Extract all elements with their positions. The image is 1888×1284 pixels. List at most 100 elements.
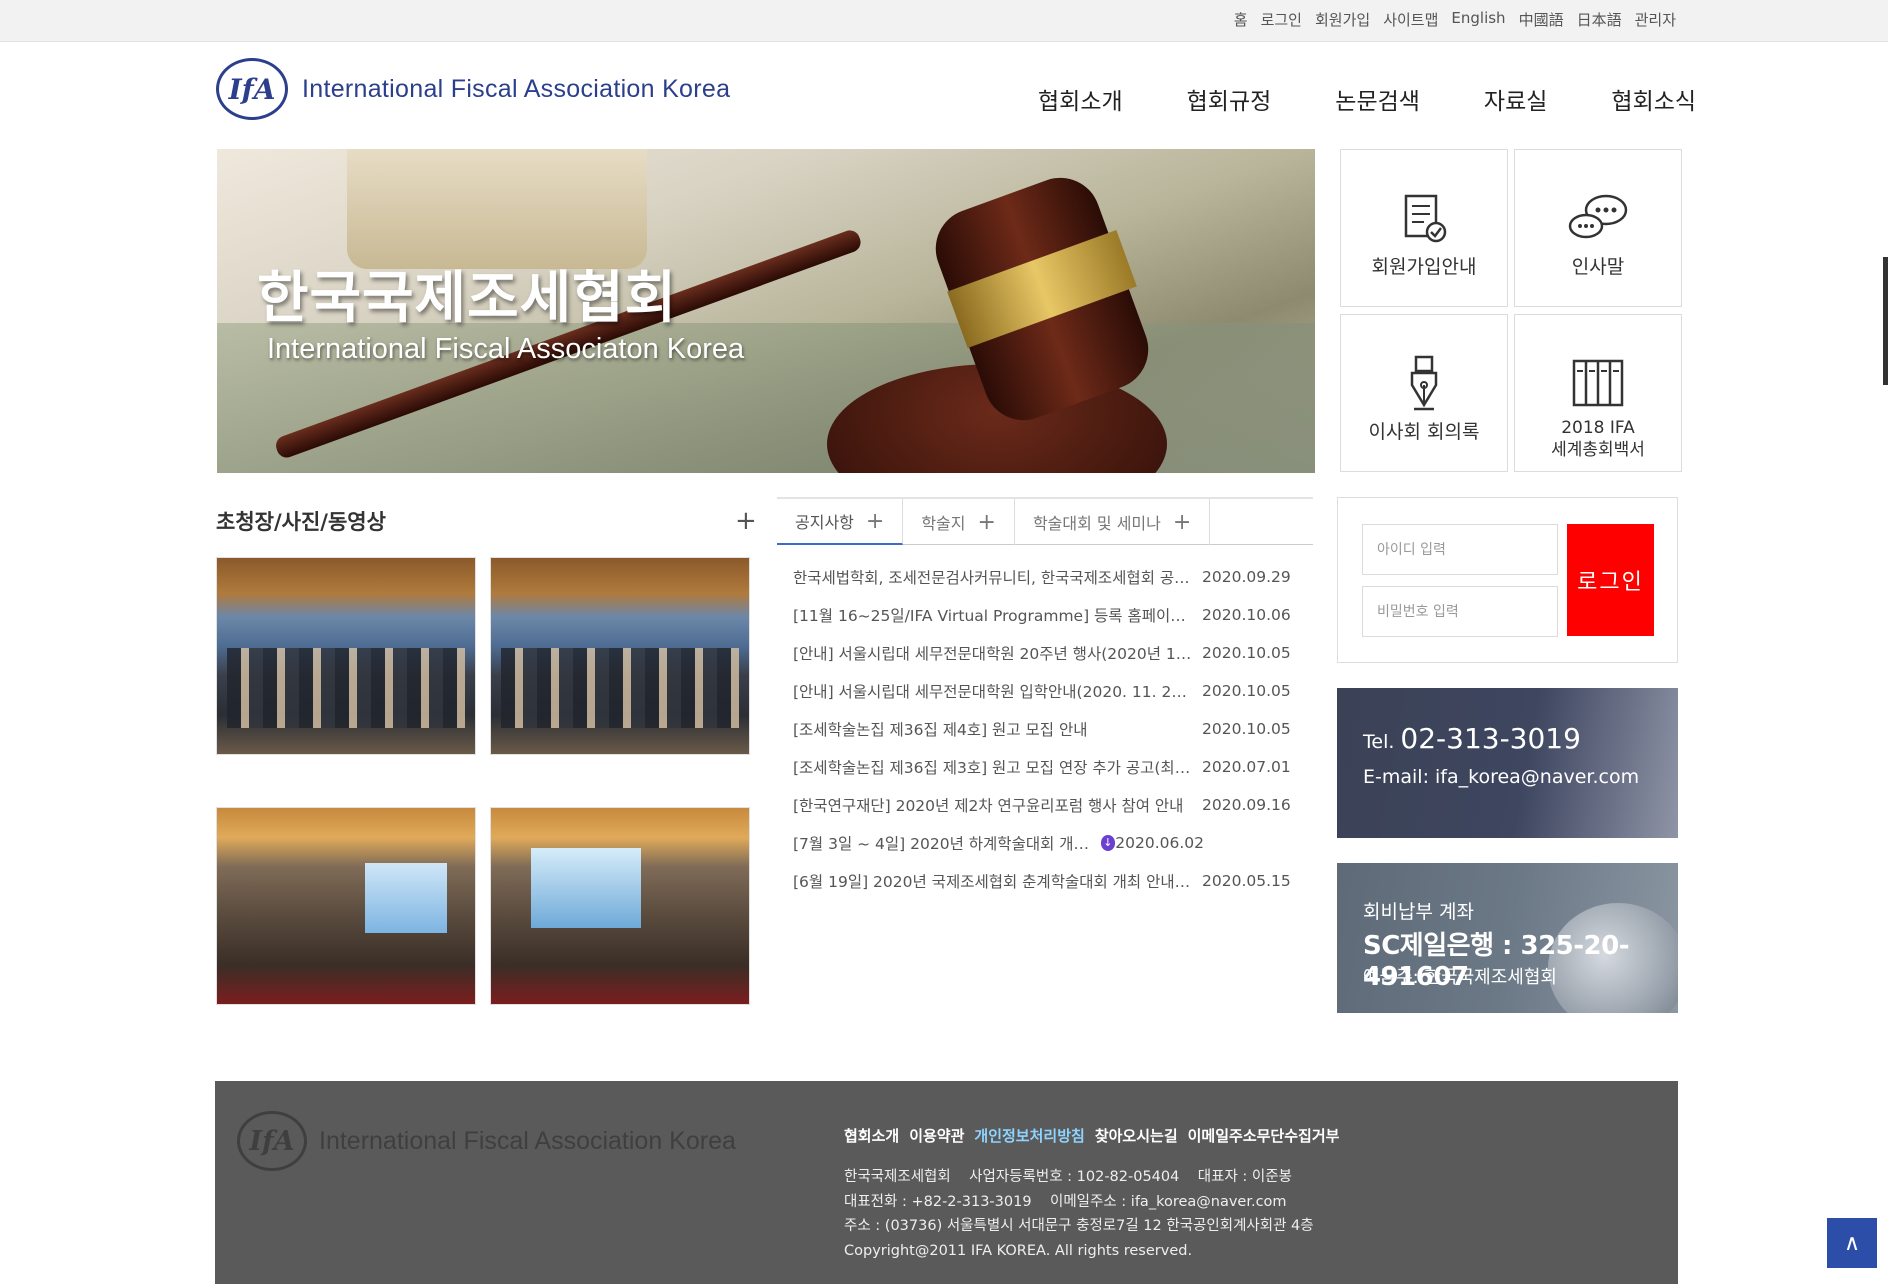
main-nav: 협회소개 협회규정 논문검색 자료실 협회소식 bbox=[1038, 82, 1760, 116]
util-join-link[interactable]: 회원가입 bbox=[1315, 9, 1370, 30]
post-title[interactable]: [7월 3일 ~ 4일] 2020년 하계학술대회 개최 안내 bbox=[793, 832, 1095, 854]
quick-ifa-whitepaper[interactable]: 2018 IFA 세계총회백서 bbox=[1514, 314, 1682, 472]
post-title[interactable]: [조세학술논집 제36집 제3호] 원고 모집 연장 추가 공고(최종) bbox=[793, 756, 1193, 778]
scroll-to-top-button[interactable]: ∧ bbox=[1827, 1218, 1877, 1268]
tel-label: Tel. bbox=[1363, 731, 1395, 753]
new-post-icon: ↓ bbox=[1100, 835, 1116, 851]
gallery-photo-2[interactable] bbox=[490, 557, 750, 755]
logo-text: International Fiscal Association Korea bbox=[302, 74, 731, 103]
post-date: 2020.07.01 bbox=[1202, 758, 1291, 776]
password-input[interactable] bbox=[1362, 586, 1558, 637]
footer-link-about[interactable]: 협회소개 bbox=[844, 1125, 899, 1146]
post-date: 2020.06.02 bbox=[1115, 834, 1204, 852]
utility-nav: 홈 로그인 회원가입 사이트맵 English 中國語 日本語 관리자 bbox=[1234, 9, 1676, 30]
tel-value: 02-313-3019 bbox=[1400, 722, 1581, 755]
document-check-icon bbox=[1400, 192, 1448, 244]
gallery-photo-3[interactable] bbox=[216, 807, 476, 1005]
util-english-link[interactable]: English bbox=[1451, 9, 1505, 30]
quick-membership-guide[interactable]: 회원가입안내 bbox=[1340, 149, 1508, 307]
post-title[interactable]: [안내] 서울시립대 세무전문대학원 20주년 행사(2020년 11월) 안내 bbox=[793, 642, 1193, 664]
binders-icon bbox=[1572, 357, 1624, 409]
post-date: 2020.10.05 bbox=[1202, 682, 1291, 700]
site-footer: IfA International Fiscal Association Kor… bbox=[215, 1081, 1678, 1284]
list-item[interactable]: [조세학술논집 제36집 제4호] 원고 모집 안내 2020.10.05 bbox=[793, 710, 1313, 748]
post-date: 2020.09.16 bbox=[1202, 796, 1291, 814]
util-chinese-link[interactable]: 中國語 bbox=[1519, 9, 1564, 30]
list-item[interactable]: [6월 19일] 2020년 국제조세협회 춘계학술대회 개최 안내 및 참가신… bbox=[793, 862, 1313, 900]
utility-bar: 홈 로그인 회원가입 사이트맵 English 中國語 日本語 관리자 bbox=[0, 0, 1888, 42]
site-logo[interactable]: IfA International Fiscal Association Kor… bbox=[216, 58, 730, 120]
nav-about[interactable]: 협회소개 bbox=[1038, 82, 1123, 116]
footer-copyright: Copyright@2011 IFA KOREA. All rights res… bbox=[844, 1242, 1193, 1259]
post-title[interactable]: [6월 19일] 2020년 국제조세협회 춘계학술대회 개최 안내 및 참가신… bbox=[793, 870, 1193, 892]
account-holder: 예금주: 한국국제조세협회 bbox=[1363, 967, 1557, 988]
list-item[interactable]: [한국연구재단] 2020년 제2차 연구윤리포럼 행사 참여 안내 2020.0… bbox=[793, 786, 1313, 824]
nav-rules[interactable]: 협회규정 bbox=[1187, 82, 1272, 116]
tab-label: 공지사항 bbox=[795, 513, 854, 532]
list-item[interactable]: [7월 3일 ~ 4일] 2020년 하계학술대회 개최 안내 ↓ 2020.06.… bbox=[793, 824, 1313, 862]
nav-news[interactable]: 협회소식 bbox=[1611, 82, 1696, 116]
post-date: 2020.09.29 bbox=[1202, 568, 1291, 586]
tab-label: 학술대회 및 세미나 bbox=[1032, 514, 1161, 533]
footer-address: 주소 : (03736) 서울특별시 서대문구 충정로7길 12 한국공인회계사… bbox=[844, 1218, 1314, 1234]
phone-number: Tel. 02-313-3019 bbox=[1363, 722, 1581, 755]
board-tabs: 공지사항 + 학술지 + 학술대회 및 세미나 + bbox=[777, 497, 1313, 545]
list-item[interactable]: [11월 16~25일/IFA Virtual Programme] 등록 홈페… bbox=[793, 596, 1313, 634]
footer-link-terms[interactable]: 이용약관 bbox=[909, 1125, 964, 1146]
gallery-photo-4[interactable] bbox=[490, 807, 750, 1005]
util-admin-link[interactable]: 관리자 bbox=[1635, 9, 1676, 30]
quick-board-minutes[interactable]: 이사회 회의록 bbox=[1340, 314, 1508, 472]
tab-journal[interactable]: 학술지 + bbox=[903, 499, 1015, 545]
post-title[interactable]: [조세학술논집 제36집 제4호] 원고 모집 안내 bbox=[793, 718, 1193, 740]
gallery-photo-1[interactable] bbox=[216, 557, 476, 755]
plus-icon[interactable]: + bbox=[866, 509, 884, 534]
user-id-input[interactable] bbox=[1362, 524, 1558, 575]
plus-icon[interactable]: + bbox=[1173, 510, 1191, 535]
footer-link-email-policy[interactable]: 이메일주소무단수집거부 bbox=[1188, 1125, 1340, 1146]
quick-greeting[interactable]: 인사말 bbox=[1514, 149, 1682, 307]
scrollbar[interactable] bbox=[1883, 257, 1888, 385]
footer-link-directions[interactable]: 찾아오시는길 bbox=[1095, 1125, 1178, 1146]
util-login-link[interactable]: 로그인 bbox=[1261, 9, 1302, 30]
list-item[interactable]: [안내] 서울시립대 세무전문대학원 20주년 행사(2020년 11월) 안내… bbox=[793, 634, 1313, 672]
bank-title: 회비납부 계좌 bbox=[1363, 901, 1474, 923]
util-japanese-link[interactable]: 日本語 bbox=[1577, 9, 1622, 30]
gallery-more-button[interactable]: + bbox=[735, 508, 757, 534]
quick-label: 인사말 bbox=[1571, 256, 1625, 278]
tab-notice[interactable]: 공지사항 + bbox=[777, 499, 904, 545]
quick-label: 이사회 회의록 bbox=[1368, 421, 1480, 443]
post-title[interactable]: 한국세법학회, 조세전문검사커뮤니티, 한국국제조세협회 공동 학술대회 개최 … bbox=[793, 566, 1193, 588]
fountain-pen-icon bbox=[1404, 355, 1444, 411]
footer-link-privacy[interactable]: 개인정보처리방침 bbox=[974, 1125, 1084, 1146]
tab-label: 학술지 bbox=[921, 514, 966, 533]
hero-title: 한국국제조세협회 bbox=[257, 266, 678, 331]
hero-subtitle: International Fiscal Associaton Korea bbox=[267, 333, 745, 365]
login-box: 로그인 bbox=[1337, 497, 1678, 663]
gallery-title: 초청장/사진/동영상 bbox=[216, 510, 386, 534]
util-home-link[interactable]: 홈 bbox=[1234, 9, 1248, 30]
post-title[interactable]: [안내] 서울시립대 세무전문대학원 입학안내(2020. 11. 2~11. … bbox=[793, 680, 1193, 702]
contact-banner: Tel. 02-313-3019 E-mail: ifa_korea@naver.… bbox=[1337, 688, 1678, 838]
tab-seminar[interactable]: 학술대회 및 세미나 + bbox=[1015, 499, 1211, 545]
chevron-up-icon: ∧ bbox=[1843, 1230, 1861, 1256]
bank-account-banner: 회비납부 계좌 SC제일은행 : 325-20-491607 예금주: 한국국제… bbox=[1337, 863, 1678, 1013]
post-date: 2020.10.05 bbox=[1202, 644, 1291, 662]
footer-contact-info: 대표전화 : +82-2-313-3019 이메일주소 : ifa_korea@… bbox=[844, 1193, 1287, 1210]
plus-icon[interactable]: + bbox=[978, 510, 996, 535]
post-title[interactable]: [한국연구재단] 2020년 제2차 연구윤리포럼 행사 참여 안내 bbox=[793, 794, 1193, 816]
contact-email: E-mail: ifa_korea@naver.com bbox=[1363, 766, 1640, 788]
ifa-logo-icon: IfA bbox=[216, 58, 288, 120]
nav-paper-search[interactable]: 논문검색 bbox=[1335, 82, 1420, 116]
quick-label: 회원가입안내 bbox=[1371, 256, 1477, 278]
footer-logo-text: International Fiscal Association Korea bbox=[319, 1126, 736, 1155]
list-item[interactable]: 한국세법학회, 조세전문검사커뮤니티, 한국국제조세협회 공동 학술대회 개최 … bbox=[793, 558, 1313, 596]
nav-archive[interactable]: 자료실 bbox=[1484, 82, 1547, 116]
quick-label: 2018 IFA 세계총회백서 bbox=[1551, 418, 1645, 460]
ifa-logo-icon: IfA bbox=[237, 1111, 307, 1171]
login-button[interactable]: 로그인 bbox=[1567, 524, 1654, 636]
post-title[interactable]: [11월 16~25일/IFA Virtual Programme] 등록 홈페… bbox=[793, 604, 1193, 626]
list-item[interactable]: [안내] 서울시립대 세무전문대학원 입학안내(2020. 11. 2~11. … bbox=[793, 672, 1313, 710]
footer-logo: IfA International Fiscal Association Kor… bbox=[237, 1111, 736, 1171]
list-item[interactable]: [조세학술논집 제36집 제3호] 원고 모집 연장 추가 공고(최종) 2020… bbox=[793, 748, 1313, 786]
util-sitemap-link[interactable]: 사이트맵 bbox=[1383, 9, 1438, 30]
